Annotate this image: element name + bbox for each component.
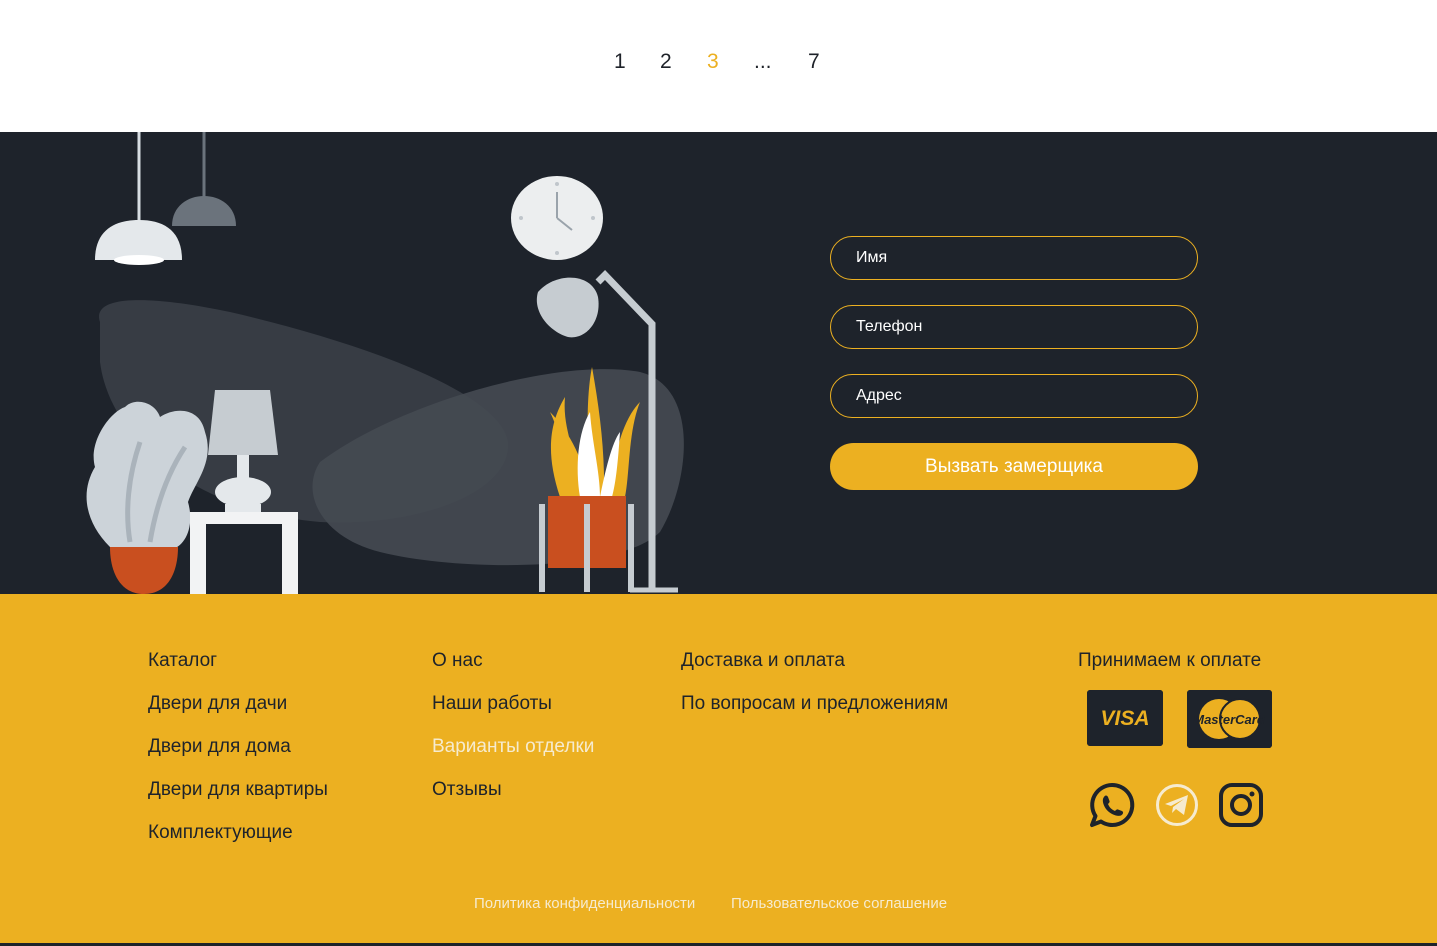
page-link-1[interactable]: 1 (614, 50, 626, 74)
hanging-lamp-2 (172, 196, 236, 226)
interior-illustration (86, 132, 684, 594)
visa-card-icon: VISA (1087, 690, 1163, 746)
footer-link-country-doors[interactable]: Двери для дачи (148, 693, 328, 736)
page-link-2[interactable]: 2 (660, 50, 672, 74)
address-field[interactable] (830, 374, 1198, 418)
page-link-7[interactable]: 7 (808, 50, 820, 74)
user-agreement-link[interactable]: Пользовательское соглашение (731, 895, 947, 912)
footer-link-apartment-doors[interactable]: Двери для квартиры (148, 779, 328, 822)
floor-lamp-shade (536, 277, 599, 338)
footer-link-catalog[interactable]: Каталог (148, 650, 328, 693)
visa-label: VISA (1100, 707, 1149, 730)
mastercard-label: MasterCard (1193, 712, 1266, 727)
whatsapp-icon[interactable] (1089, 782, 1135, 828)
footer-catalog-column: Каталог Двери для дачи Двери для дома Дв… (148, 650, 328, 865)
lamp-bulb-1 (114, 255, 164, 265)
footer-company-column: О нас Наши работы Варианты отделки Отзыв… (432, 650, 594, 822)
phone-field[interactable] (830, 305, 1198, 349)
footer-link-our-works[interactable]: Наши работы (432, 693, 594, 736)
leafy-plant (86, 401, 208, 550)
page-ellipsis: ... (754, 50, 772, 73)
instagram-icon[interactable] (1218, 782, 1264, 828)
privacy-policy-link[interactable]: Политика конфиденциальности (474, 895, 695, 912)
footer-link-about[interactable]: О нас (432, 650, 594, 693)
footer-link-finishing-options[interactable]: Варианты отделки (432, 736, 594, 779)
callback-section: Вызвать замерщика (0, 132, 1437, 594)
leafy-plant-pot (110, 547, 178, 594)
payment-title: Принимаем к оплате (1078, 650, 1262, 671)
footer-link-delivery[interactable]: Доставка и оплата (681, 650, 948, 693)
hanging-lamp-1 (95, 220, 182, 260)
mastercard-icon: MasterCard (1187, 690, 1272, 748)
pagination: 1 2 3 ... 7 (0, 0, 1437, 132)
table-lamp-shade (208, 390, 278, 455)
name-field[interactable] (830, 236, 1198, 280)
footer: Каталог Двери для дачи Двери для дома Дв… (0, 594, 1437, 946)
telegram-icon[interactable] (1154, 782, 1200, 828)
call-measurer-button[interactable]: Вызвать замерщика (830, 443, 1198, 490)
footer-link-reviews[interactable]: Отзывы (432, 779, 594, 822)
footer-link-home-doors[interactable]: Двери для дома (148, 736, 328, 779)
footer-link-feedback[interactable]: По вопросам и предложениям (681, 693, 948, 736)
page-link-3-current[interactable]: 3 (707, 50, 719, 74)
footer-link-accessories[interactable]: Комплектующие (148, 822, 328, 865)
footer-info-column: Доставка и оплата По вопросам и предложе… (681, 650, 948, 736)
